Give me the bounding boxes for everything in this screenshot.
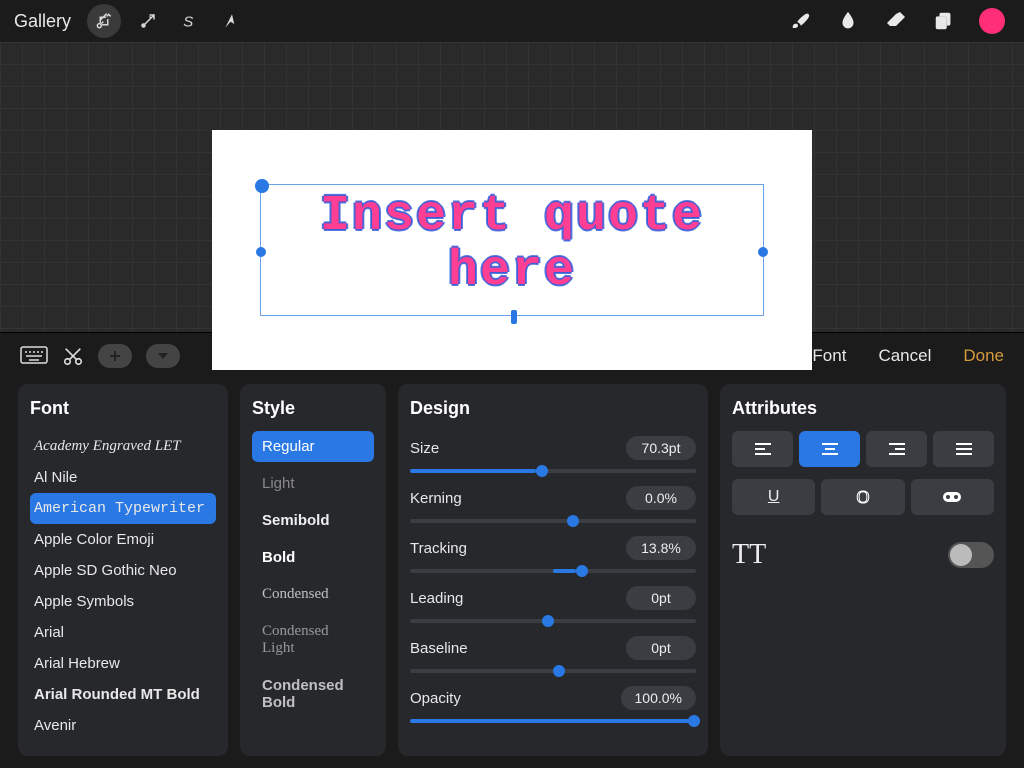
style-item-selected[interactable]: Regular [252,431,374,462]
style-item[interactable]: Semibold [252,505,374,536]
style-item[interactable]: Condensed Light [252,616,374,664]
font-item[interactable]: Academy Engraved LET [30,431,216,462]
adjustments-icon[interactable] [133,4,163,38]
text-edit-panels: Font Academy Engraved LET Al Nile Americ… [0,378,1024,768]
align-center-button[interactable] [799,431,860,467]
selection-icon[interactable]: S [175,4,205,38]
keyboard-icon[interactable] [20,344,48,368]
strikethrough-button[interactable] [911,479,994,515]
align-left-button[interactable] [732,431,793,467]
style-item[interactable]: Bold [252,542,374,573]
style-item[interactable]: Condensed Bold [252,670,374,718]
font-item[interactable]: Arial [30,617,216,648]
font-item[interactable]: Al Nile [30,462,216,493]
design-panel-title: Design [410,398,696,419]
text-content[interactable]: Insert quote here [261,189,763,299]
font-item[interactable]: Apple Symbols [30,586,216,617]
handle-mid-left[interactable] [256,247,266,257]
attributes-panel: Attributes U O TT [720,384,1006,756]
eraser-icon[interactable] [878,3,914,39]
opacity-row[interactable]: Opacity 100.0% [410,681,696,715]
style-panel-title: Style [252,398,374,419]
handle-top-left[interactable] [255,179,269,193]
font-item[interactable]: Arial Hebrew [30,648,216,679]
layers-icon[interactable] [926,3,962,39]
style-item[interactable]: Light [252,468,374,499]
font-item-selected[interactable]: American Typewriter [30,493,216,524]
svg-text:S: S [183,13,193,30]
font-panel-title: Font [30,398,216,419]
size-row[interactable]: Size 70.3pt [410,431,696,465]
text-style-segment: U O [732,479,994,515]
outline-button[interactable]: O [821,479,904,515]
attributes-panel-title: Attributes [732,398,994,419]
font-panel: Font Academy Engraved LET Al Nile Americ… [18,384,228,756]
caps-toggle[interactable] [948,542,994,568]
font-item[interactable]: Avenir [30,710,216,741]
canvas-area[interactable]: Insert quote here [0,42,1024,332]
cut-icon[interactable] [62,345,84,367]
smudge-icon[interactable] [830,3,866,39]
tracking-row[interactable]: Tracking 13.8% [410,531,696,565]
font-item[interactable]: Apple SD Gothic Neo [30,555,216,586]
caps-label: TT [732,539,766,571]
handle-bottom-mid[interactable] [511,310,517,324]
style-item[interactable]: Condensed [252,579,374,610]
alignment-segment [732,431,994,467]
add-button[interactable] [98,344,132,368]
align-justify-button[interactable] [933,431,994,467]
cancel-button[interactable]: Cancel [878,346,931,366]
design-panel: Design Size 70.3pt Kerning 0.0% Tracking… [398,384,708,756]
handle-mid-right[interactable] [758,247,768,257]
underline-button[interactable]: U [732,479,815,515]
text-bounding-box[interactable]: Insert quote here [260,184,764,316]
artboard: Insert quote here [212,130,812,370]
align-right-button[interactable] [866,431,927,467]
transform-icon[interactable] [217,4,247,38]
font-item[interactable]: Apple Color Emoji [30,524,216,555]
actions-icon[interactable] [87,4,121,38]
done-button[interactable]: Done [963,346,1004,366]
baseline-row[interactable]: Baseline 0pt [410,631,696,665]
font-item[interactable]: Arial Rounded MT Bold [30,679,216,710]
gallery-button[interactable]: Gallery [14,11,71,32]
leading-row[interactable]: Leading 0pt [410,581,696,615]
kerning-row[interactable]: Kerning 0.0% [410,481,696,515]
top-toolbar: Gallery S [0,0,1024,42]
caps-row: TT [732,539,994,571]
brush-icon[interactable] [782,3,818,39]
color-swatch[interactable] [974,3,1010,39]
style-panel: Style Regular Light Semibold Bold Conden… [240,384,386,756]
dropdown-button[interactable] [146,344,180,368]
